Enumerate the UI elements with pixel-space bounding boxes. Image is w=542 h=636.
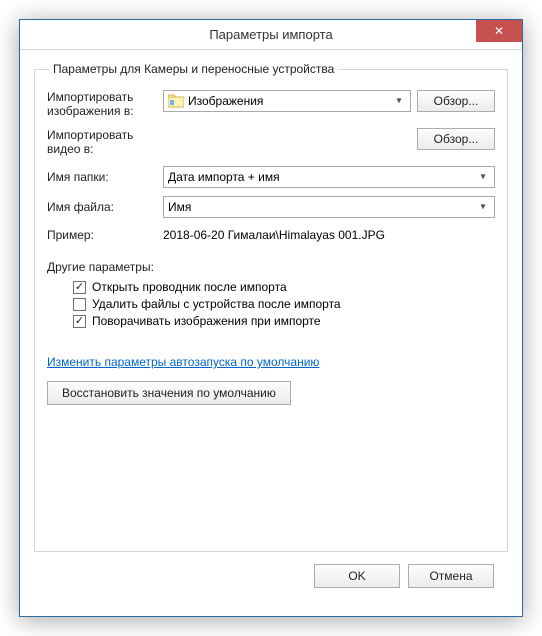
content-area: Параметры для Камеры и переносные устрой… xyxy=(20,50,522,616)
check-row-open-explorer: ✓ Открыть проводник после импорта xyxy=(73,280,495,294)
row-folder-name: Имя папки: Дата импорта + имя ▾ xyxy=(47,166,495,188)
dialog-footer: OK Отмена xyxy=(34,552,508,602)
label-import-images: Импортировать изображения в: xyxy=(47,90,157,118)
check-row-delete-after: Удалить файлы с устройства после импорта xyxy=(73,297,495,311)
folder-icon xyxy=(168,94,184,108)
dialog-window: Параметры импорта ✕ Параметры для Камеры… xyxy=(19,19,523,617)
select-import-images[interactable]: Изображения ▾ xyxy=(163,90,411,112)
label-rotate: Поворачивать изображения при импорте xyxy=(92,314,321,328)
titlebar: Параметры импорта ✕ xyxy=(20,20,522,50)
row-example: Пример: 2018-06-20 Гималаи\Himalayas 001… xyxy=(47,228,495,242)
example-value: 2018-06-20 Гималаи\Himalayas 001.JPG xyxy=(163,228,385,242)
select-folder-name-value: Дата импорта + имя xyxy=(168,170,280,184)
label-file-name: Имя файла: xyxy=(47,200,157,214)
row-import-images: Импортировать изображения в: Изображения… xyxy=(47,90,495,118)
group-legend: Параметры для Камеры и переносные устрой… xyxy=(49,62,338,76)
label-open-explorer: Открыть проводник после импорта xyxy=(92,280,287,294)
browse-images-button[interactable]: Обзор... xyxy=(417,90,495,112)
label-example: Пример: xyxy=(47,228,157,242)
checkbox-rotate[interactable]: ✓ xyxy=(73,315,86,328)
select-file-name-value: Имя xyxy=(168,200,191,214)
chevron-down-icon: ▾ xyxy=(391,96,407,107)
label-import-video: Импортировать видео в: xyxy=(47,128,157,156)
restore-defaults-button[interactable]: Восстановить значения по умолчанию xyxy=(47,381,291,405)
select-file-name[interactable]: Имя ▾ xyxy=(163,196,495,218)
close-button[interactable]: ✕ xyxy=(476,20,522,42)
autorun-settings-link[interactable]: Изменить параметры автозапуска по умолча… xyxy=(47,355,319,369)
label-delete-after: Удалить файлы с устройства после импорта xyxy=(92,297,341,311)
cancel-button[interactable]: Отмена xyxy=(408,564,494,588)
browse-video-button[interactable]: Обзор... xyxy=(417,128,495,150)
chevron-down-icon: ▾ xyxy=(475,172,491,183)
label-folder-name: Имя папки: xyxy=(47,170,157,184)
ok-button[interactable]: OK xyxy=(314,564,400,588)
row-import-video: Импортировать видео в: Обзор... xyxy=(47,128,495,156)
close-icon: ✕ xyxy=(494,24,504,38)
checkbox-delete-after[interactable] xyxy=(73,298,86,311)
chevron-down-icon: ▾ xyxy=(475,202,491,213)
checkbox-open-explorer[interactable]: ✓ xyxy=(73,281,86,294)
row-file-name: Имя файла: Имя ▾ xyxy=(47,196,495,218)
check-row-rotate: ✓ Поворачивать изображения при импорте xyxy=(73,314,495,328)
select-folder-name[interactable]: Дата импорта + имя ▾ xyxy=(163,166,495,188)
other-params-heading: Другие параметры: xyxy=(47,260,495,274)
window-title: Параметры импорта xyxy=(20,27,522,42)
import-settings-group: Параметры для Камеры и переносные устрой… xyxy=(34,62,508,552)
select-import-images-value: Изображения xyxy=(188,94,263,108)
